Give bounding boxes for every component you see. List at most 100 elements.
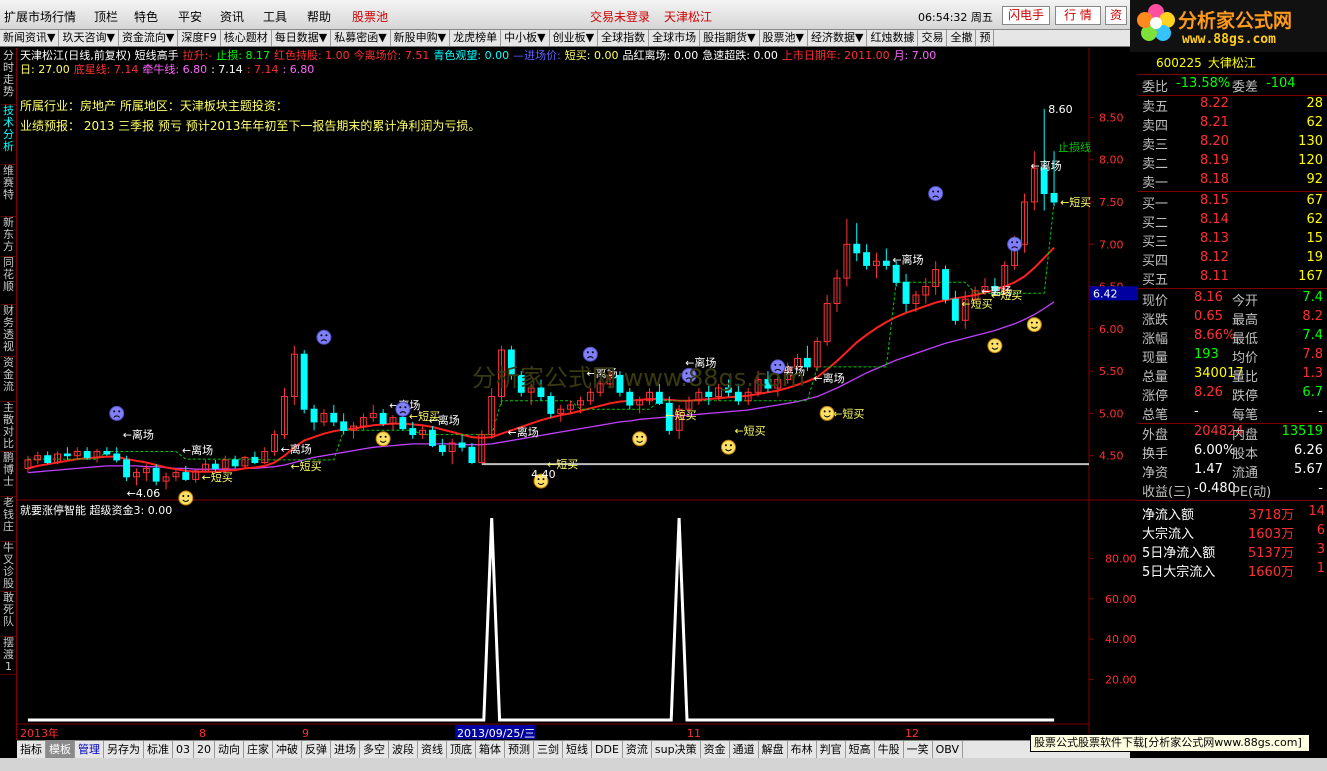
toolbar-item[interactable]: 新闻资讯▼ [0, 30, 60, 46]
more-button[interactable]: 资 [1105, 6, 1127, 25]
leftnav-item[interactable]: 同花顺 [1, 257, 16, 305]
indicator-tab[interactable]: 短线 [563, 741, 592, 758]
kline-chart[interactable]: 8.508.007.507.006.506.005.505.004.506.42… [17, 48, 1138, 740]
indicator-tab[interactable]: 20 [194, 741, 215, 758]
toolbar-item[interactable]: 红烛数據 [867, 30, 919, 46]
leftnav-item[interactable]: 财务透视 [1, 305, 16, 357]
indicator-tab[interactable]: 多空 [360, 741, 389, 758]
quote-row: 涨停 8.26 跌停 6.7 [1138, 385, 1327, 404]
indicator-tab[interactable]: 反弹 [302, 741, 331, 758]
menu-item-tools[interactable]: 工具 [263, 8, 287, 25]
toolbar-item[interactable]: 股票池▼ [760, 30, 809, 46]
menu-item-help[interactable]: 帮助 [307, 8, 331, 25]
stat-value: 6.26 [1294, 443, 1323, 458]
indicator-tab[interactable]: 三剑 [534, 741, 563, 758]
indicator-tab[interactable]: 短高 [846, 741, 875, 758]
indicator-tab[interactable]: 布林 [788, 741, 817, 758]
menu-item-special[interactable]: 特色 [134, 8, 158, 25]
toolbar-item[interactable]: 预 [976, 30, 995, 46]
toolbar-item[interactable]: 交易 [918, 30, 948, 46]
menu-item-market[interactable]: 扩展市场行情 [4, 8, 76, 25]
indicator-tab[interactable]: OBV [933, 741, 963, 758]
indicator-tab[interactable]: 模板 [46, 741, 75, 758]
candle [429, 429, 436, 446]
indicator-tab[interactable]: 冲破 [273, 741, 302, 758]
indicator-tab[interactable]: 指标 [17, 741, 46, 758]
toolbar-item[interactable]: 全球指数 [598, 30, 650, 46]
flow-label: 5日大宗流入 [1142, 565, 1216, 580]
stat-value: 1.3 [1302, 366, 1323, 381]
toolbar-item[interactable]: 深度F9 [178, 30, 221, 46]
quote-button[interactable]: 行 情 [1055, 6, 1101, 25]
ad-banner[interactable]: 股票公式股票软件下载[分析家公式网www.88gs.com] [1030, 734, 1310, 752]
toolbar-item[interactable]: 核心题材 [221, 30, 272, 46]
indicator-tab[interactable]: DDE [592, 741, 623, 758]
indicator-tab[interactable]: 03 [173, 741, 194, 758]
menu-item-pingan[interactable]: 平安 [178, 8, 202, 25]
menu-item-news[interactable]: 资讯 [220, 8, 244, 25]
toolbar-item[interactable]: 经济数据▼ [808, 30, 868, 46]
indicator-tab[interactable]: 管理 [75, 741, 104, 758]
indicator-tab[interactable]: 标准 [144, 741, 173, 758]
indicator-tab[interactable]: 动向 [215, 741, 244, 758]
indicator-tab[interactable]: 另存为 [104, 741, 144, 758]
book-volume: 19 [1306, 250, 1323, 265]
indicator-tab[interactable]: 资线 [418, 741, 447, 758]
quote-row: 卖一 8.18 92 [1138, 172, 1327, 191]
book-volume: 92 [1306, 172, 1323, 187]
stop-line-label: 止损线 [1058, 140, 1091, 154]
signal-label: ←短买 [290, 459, 321, 473]
indicator-tab[interactable]: 预测 [505, 741, 534, 758]
toolbar-item[interactable]: 股指期货▼ [700, 30, 760, 46]
flow-value: 1603万 [1248, 527, 1295, 542]
indicator-tab[interactable]: 顶底 [447, 741, 476, 758]
indicator-tab[interactable]: 通道 [730, 741, 759, 758]
toolbar-item[interactable]: 玖天咨询▼ [59, 30, 119, 46]
happy-face-icon [987, 338, 1003, 354]
leftnav-item[interactable]: 新东方 [1, 217, 16, 257]
toolbar-item[interactable]: 私募密函▼ [331, 30, 391, 46]
leftnav-item[interactable]: 老钱庄 [1, 497, 16, 542]
toolbar-item[interactable]: 资金流向▼ [119, 30, 179, 46]
candle [626, 391, 634, 406]
quote-row: 卖三 8.20 130 [1138, 134, 1327, 153]
toolbar-item[interactable]: 创业板▼ [550, 30, 599, 46]
indicator-tab[interactable]: 箱体 [476, 741, 505, 758]
menu-item-topbar[interactable]: 顶栏 [94, 8, 118, 25]
indicator-tab[interactable]: sup决策 [652, 741, 701, 758]
indicator-tab[interactable]: 庄家 [244, 741, 273, 758]
login-status[interactable]: 交易未登录 [590, 8, 650, 25]
indicator-tab[interactable]: 资流 [623, 741, 652, 758]
indicator-tab[interactable]: 一笑 [904, 741, 933, 758]
indicator-tab[interactable]: 进场 [331, 741, 360, 758]
toolbar-item[interactable]: 全撤 [947, 30, 977, 46]
leftnav-item[interactable]: 资金流 [1, 357, 16, 402]
flash-trade-button[interactable]: 闪电手 [1002, 6, 1050, 25]
indicator-tab[interactable]: 判官 [817, 741, 846, 758]
leftnav-item[interactable]: 技术分析 [1, 105, 16, 165]
leftnav-item[interactable]: 鹏博士 [1, 452, 16, 497]
stat-value: 7.4 [1302, 328, 1323, 343]
book-volume: 62 [1306, 212, 1323, 227]
book-price: 8.14 [1200, 212, 1229, 227]
toolbar-item[interactable]: 新股申购▼ [391, 30, 451, 46]
indicator-tab[interactable]: 牛股 [875, 741, 904, 758]
leftnav-item[interactable]: 牛叉诊股 [1, 542, 16, 592]
leftnav-item[interactable]: 敢死队 [1, 592, 16, 637]
signal-label: ←短买 [1060, 195, 1091, 209]
toolbar-item[interactable]: 每日数据▼ [272, 30, 332, 46]
toolbar-item[interactable]: 中小板▼ [501, 30, 550, 46]
leftnav-item[interactable]: 主散对比 [1, 402, 16, 452]
book-volume: 15 [1306, 231, 1323, 246]
toolbar-item[interactable]: 龙虎榜单 [450, 30, 502, 46]
toolbar-item[interactable]: 全球市场 [649, 30, 701, 46]
support-price-label: 4.40 [531, 468, 556, 481]
leftnav-item[interactable]: 维赛特 [1, 165, 16, 217]
indicator-tab[interactable]: 波段 [389, 741, 418, 758]
leftnav-item[interactable]: 分时走势 [1, 50, 16, 105]
indicator-tab[interactable]: 解盘 [759, 741, 788, 758]
menu-item-stockpool[interactable]: 股票池 [352, 8, 388, 25]
menu-bar: 扩展市场行情 顶栏 特色 平安 资讯 工具 帮助 股票池 交易未登录 天津松江 … [0, 0, 1327, 30]
leftnav-item[interactable]: 摆渡1 [1, 637, 16, 675]
indicator-tab[interactable]: 资金 [701, 741, 730, 758]
